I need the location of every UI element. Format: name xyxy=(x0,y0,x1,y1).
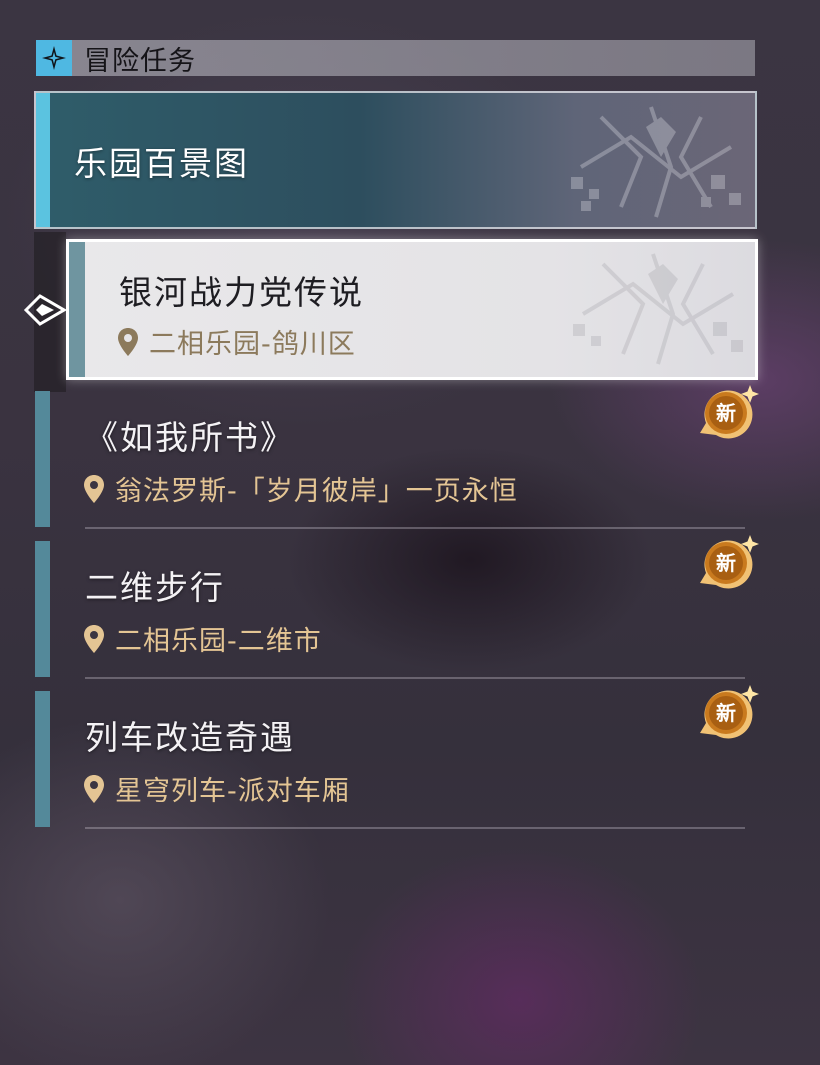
divider xyxy=(85,677,745,679)
quest-title: 二维步行 xyxy=(85,568,225,607)
quest-location: 翁法罗斯-「岁月彼岸」一页永恒 xyxy=(83,469,518,508)
divider xyxy=(85,827,745,829)
selection-pointer-icon xyxy=(24,294,66,326)
new-badge-label: 新 xyxy=(716,551,736,575)
location-text: 星穹列车-派对车厢 xyxy=(115,776,350,807)
featured-quest-title: 乐园百景图 xyxy=(74,144,249,183)
new-badge: 新 xyxy=(694,385,760,445)
quest-list-item[interactable]: 二维步行 二相乐园-二维市 xyxy=(35,541,745,679)
quest-list-item[interactable]: 列车改造奇遇 星穹列车-派对车厢 xyxy=(35,691,745,829)
header-title: 冒险任务 xyxy=(84,45,196,77)
faction-emblem-icon xyxy=(573,253,743,365)
new-badge-label: 新 xyxy=(716,701,736,725)
location-pin-icon xyxy=(84,774,104,803)
divider xyxy=(85,527,745,529)
location-text: 二相乐园-二维市 xyxy=(115,626,322,657)
selected-quest-location: 二相乐园-鸽川区 xyxy=(117,322,356,361)
location-text: 翁法罗斯-「岁月彼岸」一页永恒 xyxy=(115,476,518,507)
selected-accent-bar xyxy=(69,242,85,377)
featured-quest-card[interactable]: 乐园百景图 xyxy=(34,91,757,229)
selected-quest-card[interactable]: 银河战力党传说 二相乐园-鸽川区 xyxy=(66,239,758,380)
new-badge-label: 新 xyxy=(716,401,736,425)
quest-list-item[interactable]: 《如我所书》 翁法罗斯-「岁月彼岸」一页永恒 xyxy=(35,391,745,529)
quest-location: 二相乐园-二维市 xyxy=(83,619,322,658)
faction-emblem-icon xyxy=(571,106,741,218)
quest-title: 《如我所书》 xyxy=(85,418,295,457)
sparkle-icon xyxy=(36,40,72,76)
quest-category-header: 冒险任务 xyxy=(36,40,755,77)
location-text: 二相乐园-鸽川区 xyxy=(149,329,356,360)
location-pin-icon xyxy=(118,327,138,356)
quest-location: 星穹列车-派对车厢 xyxy=(83,769,350,808)
quest-accent-bar xyxy=(35,391,50,527)
location-pin-icon xyxy=(84,624,104,653)
quest-title: 列车改造奇遇 xyxy=(85,718,295,757)
featured-accent-bar xyxy=(36,93,50,227)
quest-accent-bar xyxy=(35,691,50,827)
new-badge: 新 xyxy=(694,535,760,595)
quest-accent-bar xyxy=(35,541,50,677)
location-pin-icon xyxy=(84,474,104,503)
selected-quest-title: 银河战力党传说 xyxy=(119,273,364,312)
new-badge: 新 xyxy=(694,685,760,745)
